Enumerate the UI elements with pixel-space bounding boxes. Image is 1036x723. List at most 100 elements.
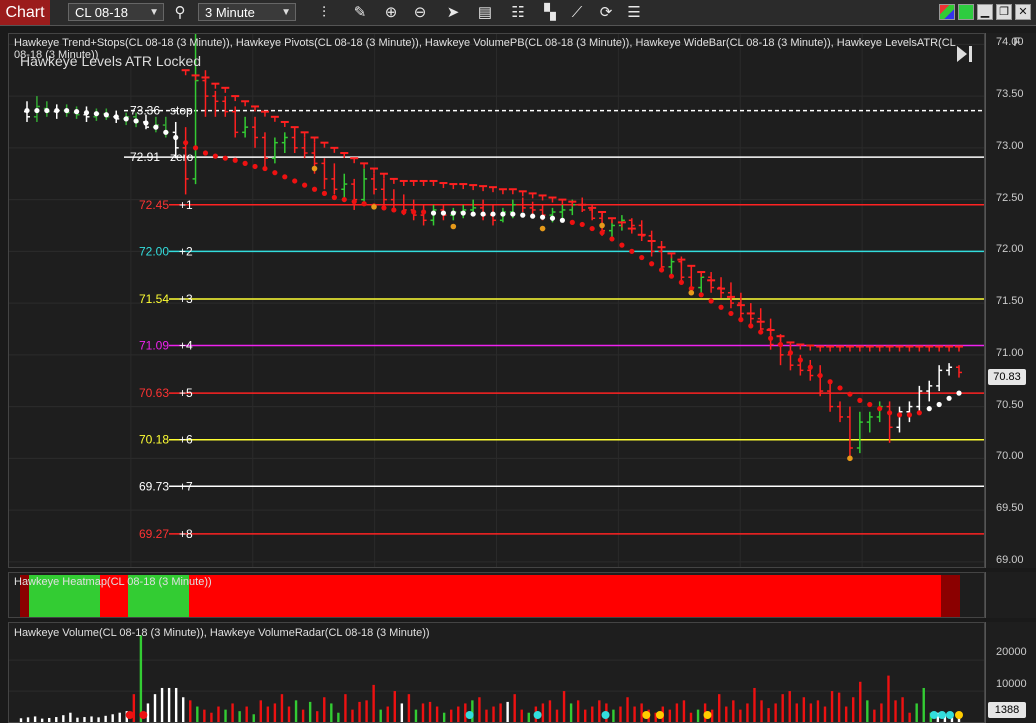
pointer-icon[interactable]: ➤ bbox=[443, 3, 463, 22]
level-price-label: 72.45 bbox=[139, 198, 169, 212]
trend-dot bbox=[173, 134, 179, 141]
instrument-selector[interactable]: CL 08-18 ▼ bbox=[68, 3, 164, 21]
volume-radar-dot bbox=[930, 711, 938, 719]
price-panel[interactable]: 73.36 stop 72.91 zero 72.45 +1 72.00 +2 71.54 +3 7… bbox=[8, 33, 985, 568]
trend-dot bbox=[896, 412, 903, 418]
volume-bar bbox=[351, 709, 354, 722]
level-tag-label: +6 bbox=[179, 433, 193, 447]
trend-dot bbox=[252, 163, 258, 170]
bar-type-icon[interactable]: ⫶ bbox=[314, 3, 334, 22]
chart-tab[interactable]: Chart bbox=[0, 0, 50, 25]
trend-dot bbox=[520, 212, 526, 218]
trend-dot bbox=[331, 194, 337, 201]
volume-bar bbox=[555, 709, 559, 722]
pivot-dot bbox=[847, 455, 853, 462]
volume-bar bbox=[485, 709, 488, 722]
volume-bar bbox=[337, 712, 340, 722]
volume-bar bbox=[386, 706, 389, 722]
trend-dot bbox=[460, 210, 466, 216]
templates-icon[interactable]: ▚ bbox=[540, 3, 560, 22]
volume-bar bbox=[598, 700, 601, 722]
volume-bar bbox=[795, 703, 798, 722]
level-price-label: 69.73 bbox=[139, 479, 169, 493]
volume-bar bbox=[40, 718, 44, 722]
volume-bar bbox=[69, 712, 72, 722]
trend-dot bbox=[867, 401, 873, 408]
zoom-in-icon[interactable]: ⊕ bbox=[381, 3, 401, 22]
trend-dot bbox=[530, 213, 536, 219]
chevron-down-icon: ▼ bbox=[281, 7, 291, 18]
volume-bar bbox=[668, 709, 672, 722]
search-icon[interactable]: ⚲ bbox=[170, 3, 190, 22]
volume-radar-dot bbox=[465, 711, 474, 719]
volume-bar bbox=[132, 694, 136, 722]
trend-dot bbox=[589, 225, 595, 232]
volume-bar bbox=[527, 712, 530, 722]
properties-icon[interactable]: ☷ bbox=[508, 3, 528, 22]
level-tag-label: stop bbox=[170, 104, 193, 118]
volume-bar bbox=[802, 697, 806, 722]
green-square-icon[interactable] bbox=[958, 4, 974, 20]
volume-bar bbox=[781, 694, 784, 722]
volume-bar bbox=[576, 700, 580, 722]
trend-dot bbox=[292, 178, 298, 184]
trend-dot bbox=[857, 397, 863, 403]
volume-bar bbox=[273, 703, 277, 722]
volume-bar bbox=[732, 700, 735, 722]
trend-dot bbox=[212, 153, 218, 159]
price-axis[interactable]: F 74.00 73.50 73.00 72.50 72.00 71.50 71.00 70.… bbox=[985, 33, 1036, 568]
trend-dot bbox=[282, 174, 288, 180]
trend-dot bbox=[956, 390, 962, 396]
trend-dot bbox=[837, 385, 843, 391]
trend-dot bbox=[678, 279, 684, 285]
volume-bar bbox=[689, 712, 693, 722]
volume-bar bbox=[196, 706, 199, 722]
level-price-label: 72.91 bbox=[130, 150, 160, 164]
draw-pencil-icon[interactable]: ✎ bbox=[350, 3, 370, 22]
trend-dot bbox=[549, 215, 556, 221]
interval-selector[interactable]: 3 Minute ▼ bbox=[198, 3, 296, 21]
volume-bar bbox=[859, 681, 862, 722]
close-icon[interactable]: ✕ bbox=[1015, 4, 1031, 20]
drawing-tools-icon[interactable]: ⟋ bbox=[567, 3, 587, 22]
volume-bar bbox=[866, 700, 869, 722]
price-tick-label: 72.50 bbox=[996, 191, 1024, 204]
trend-dot bbox=[728, 310, 734, 317]
trend-dot bbox=[777, 341, 784, 348]
volume-radar-dot bbox=[938, 711, 946, 719]
trend-dot bbox=[123, 116, 129, 122]
volume-bar bbox=[513, 694, 516, 722]
volume-bar bbox=[238, 711, 241, 722]
trend-dot bbox=[153, 124, 159, 130]
trend-dot bbox=[440, 210, 447, 216]
pivot-dot bbox=[371, 204, 377, 210]
play-icon[interactable] bbox=[955, 44, 975, 64]
data-box-icon[interactable]: ▤ bbox=[475, 3, 495, 22]
trend-dot bbox=[787, 350, 794, 356]
level-tag-label: +1 bbox=[179, 198, 193, 212]
reload-icon[interactable]: ⟳ bbox=[596, 3, 616, 22]
menu-list-icon[interactable]: ☰ bbox=[624, 3, 644, 22]
volume-bar bbox=[153, 694, 157, 722]
trend-dot bbox=[411, 209, 417, 215]
volume-bar bbox=[104, 715, 107, 722]
volume-bar bbox=[718, 694, 721, 722]
minimize-icon[interactable]: ▁ bbox=[977, 4, 993, 20]
zoom-out-icon[interactable]: ⊖ bbox=[410, 3, 430, 22]
trend-dot bbox=[430, 210, 437, 216]
volume-bar bbox=[316, 711, 319, 722]
volume-bar bbox=[83, 717, 86, 722]
volume-bar bbox=[358, 701, 361, 722]
volume-bar bbox=[499, 703, 502, 722]
trend-dot bbox=[718, 304, 724, 310]
trend-dot bbox=[946, 395, 952, 401]
trend-dot bbox=[658, 267, 665, 273]
volume-radar-dot bbox=[533, 711, 542, 719]
restore-icon[interactable]: ❐ bbox=[996, 4, 1012, 20]
price-tick-label: 69.00 bbox=[996, 553, 1024, 566]
trend-dot bbox=[361, 201, 367, 207]
volume-radar-dot bbox=[125, 711, 134, 719]
tile-icon[interactable] bbox=[939, 4, 955, 20]
volume-radar-dot bbox=[601, 711, 610, 719]
volume-bar bbox=[816, 700, 820, 722]
